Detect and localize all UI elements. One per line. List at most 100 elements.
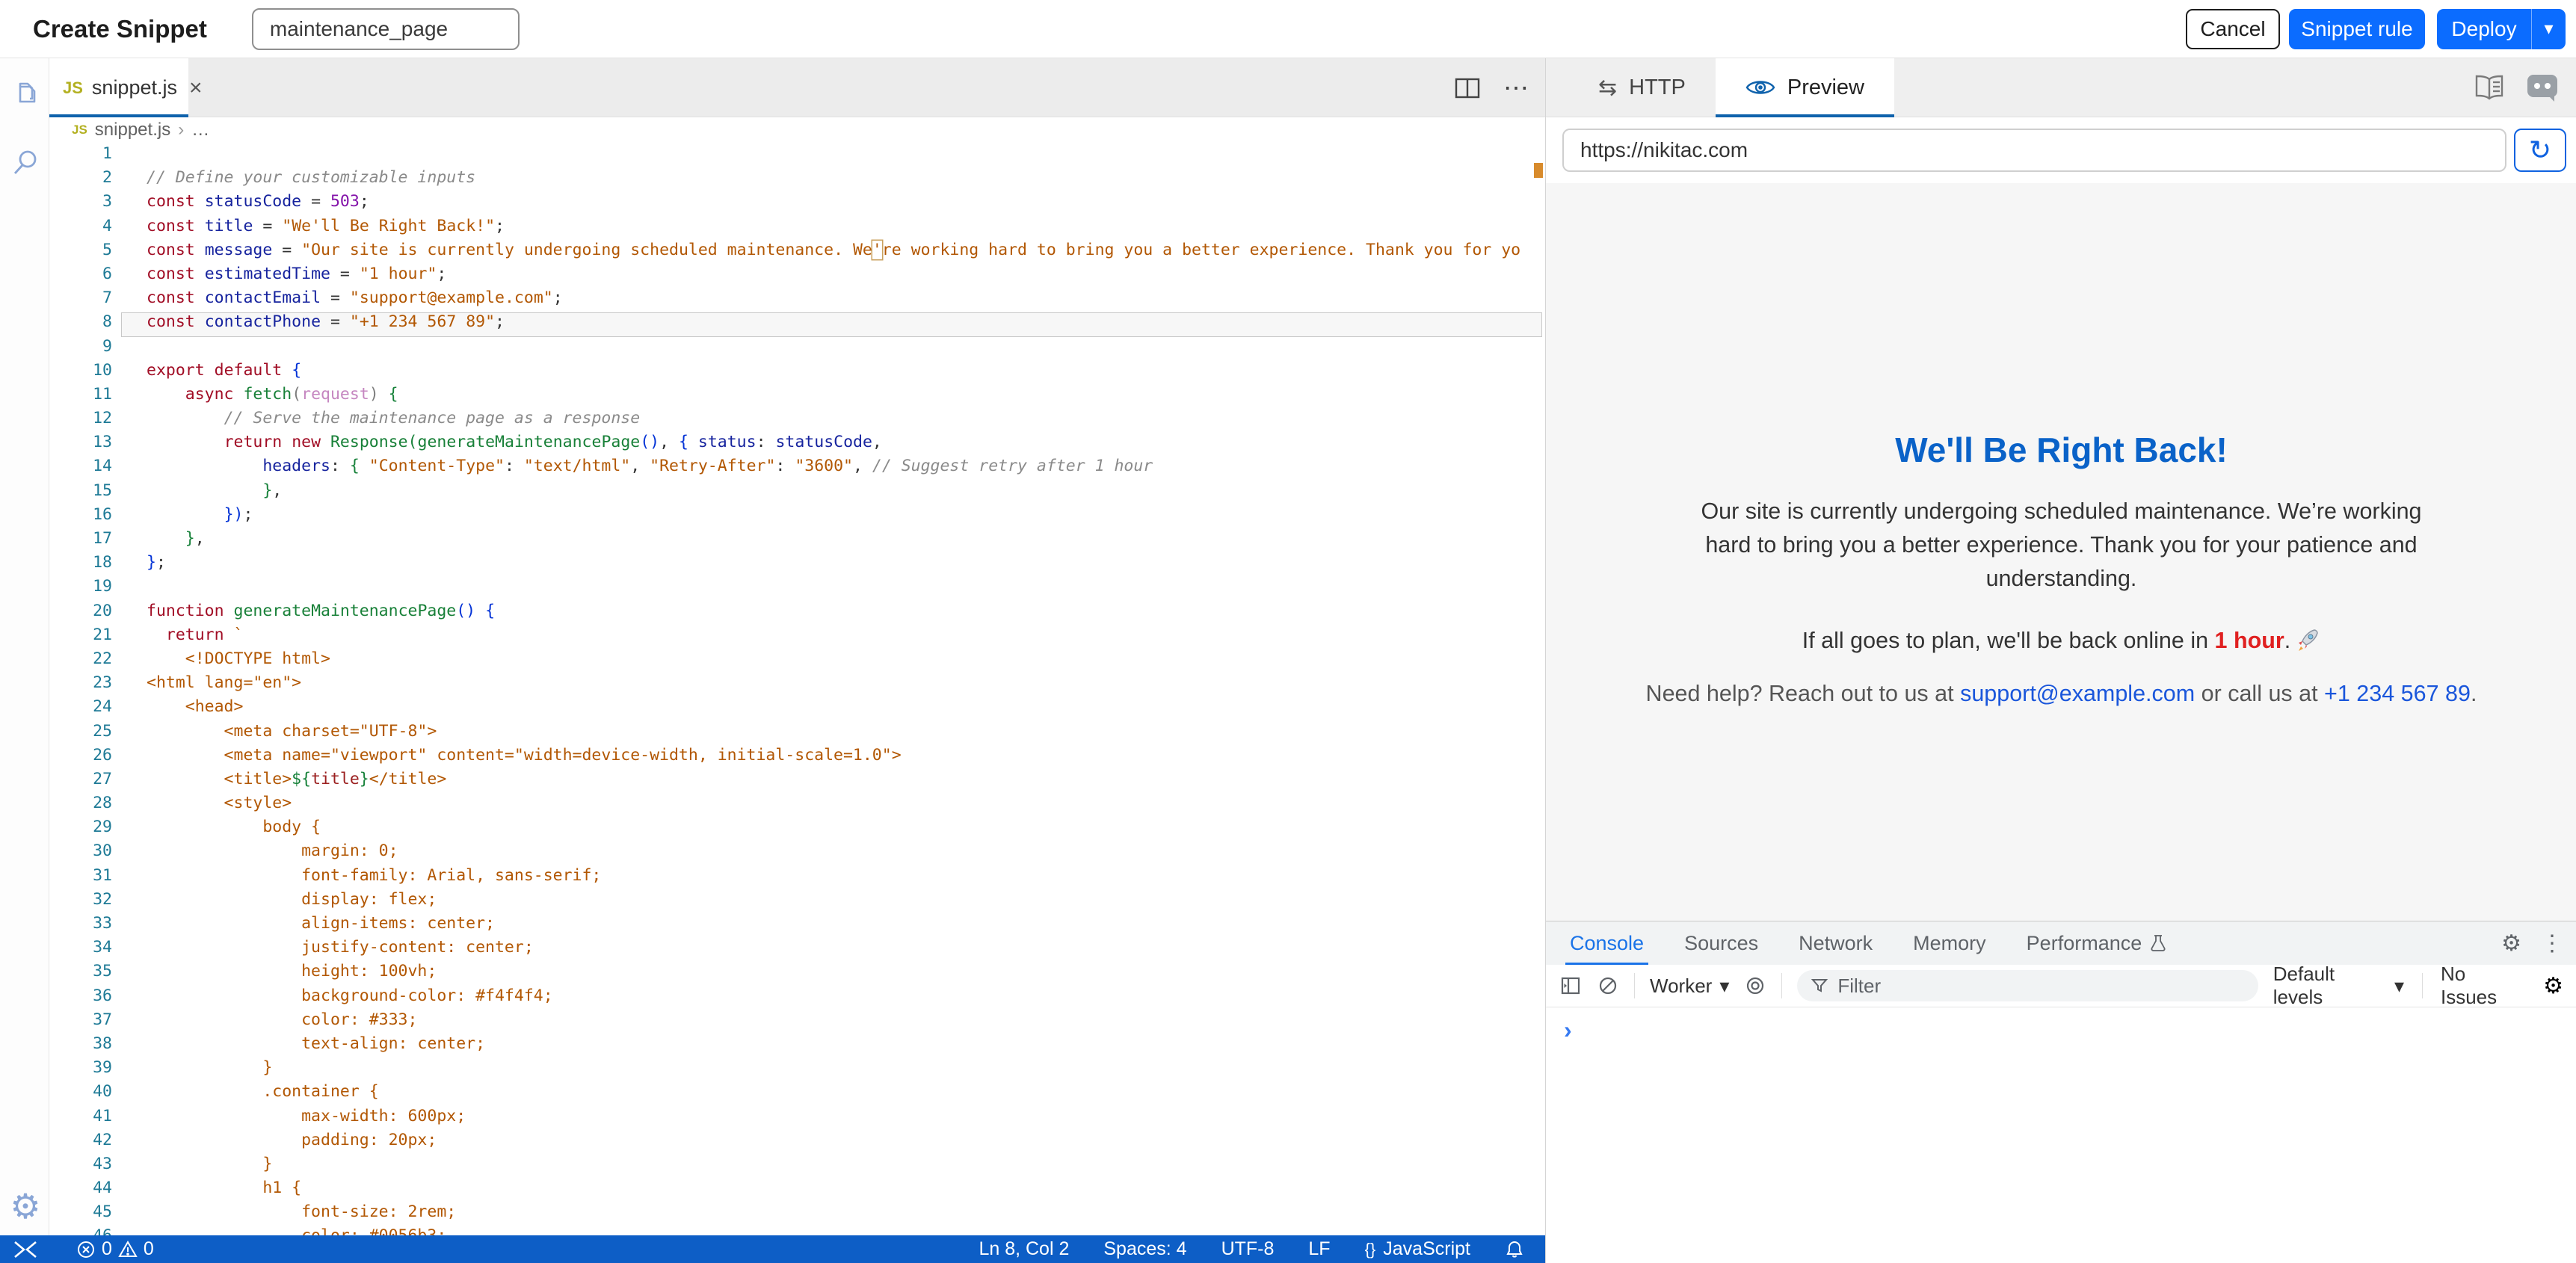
language-mode[interactable]: {} JavaScript <box>1365 1238 1470 1260</box>
tab-preview[interactable]: Preview <box>1716 58 1894 117</box>
line-number[interactable]: 12 <box>49 409 112 433</box>
eol[interactable]: LF <box>1308 1238 1330 1260</box>
code-line-text[interactable]: headers: { "Content-Type": "text/html", … <box>147 457 1153 481</box>
line-number[interactable]: 32 <box>49 890 112 914</box>
code-line-text[interactable]: <meta name="viewport" content="width=dev… <box>147 746 902 770</box>
code-line[interactable]: 2// Define your customizable inputs <box>49 168 1545 192</box>
discord-icon[interactable] <box>2526 73 2559 102</box>
code-line[interactable]: 8const contactPhone = "+1 234 567 89"; <box>49 312 1545 336</box>
code-line[interactable]: 27 <title>${title}</title> <box>49 770 1545 794</box>
url-input[interactable] <box>1562 129 2506 172</box>
line-number[interactable]: 42 <box>49 1131 112 1155</box>
indentation[interactable]: Spaces: 4 <box>1103 1238 1186 1260</box>
explorer-files-icon[interactable] <box>10 78 41 109</box>
line-number[interactable]: 5 <box>49 241 112 265</box>
line-number[interactable]: 44 <box>49 1179 112 1202</box>
line-number[interactable]: 22 <box>49 649 112 673</box>
line-number[interactable]: 38 <box>49 1034 112 1058</box>
line-number[interactable]: 23 <box>49 673 112 697</box>
line-number[interactable]: 9 <box>49 337 112 361</box>
code-line[interactable]: 11 async fetch(request) { <box>49 385 1545 409</box>
devtools-tab-performance[interactable]: Performance <box>2027 921 2168 965</box>
devtools-settings-gear-icon[interactable]: ⚙ <box>2501 930 2521 957</box>
code-line-text[interactable]: }, <box>147 481 282 505</box>
snippet-name-input[interactable] <box>252 8 520 50</box>
line-number[interactable]: 29 <box>49 818 112 842</box>
code-line-text[interactable]: background-color: #f4f4f4; <box>147 986 553 1010</box>
code-line[interactable]: 25 <meta charset="UTF-8"> <box>49 722 1545 746</box>
code-line[interactable]: 39 } <box>49 1058 1545 1082</box>
code-line[interactable]: 45 font-size: 2rem; <box>49 1202 1545 1226</box>
code-line-text[interactable]: color: #333; <box>147 1010 417 1034</box>
devtools-tab-network[interactable]: Network <box>1799 921 1873 965</box>
line-number[interactable]: 8 <box>49 312 112 336</box>
code-line[interactable]: 17 }, <box>49 529 1545 553</box>
code-line[interactable]: 16 }); <box>49 505 1545 529</box>
more-actions-icon[interactable]: ⋯ <box>1503 75 1529 101</box>
line-number[interactable]: 35 <box>49 962 112 986</box>
line-number[interactable]: 37 <box>49 1010 112 1034</box>
code-line[interactable]: 12 // Serve the maintenance page as a re… <box>49 409 1545 433</box>
live-expression-icon[interactable] <box>1744 975 1766 997</box>
settings-gear-icon[interactable]: ⚙ <box>10 1191 41 1222</box>
code-line-text[interactable]: }); <box>147 505 253 529</box>
tab-snippet-js[interactable]: JS snippet.js × <box>49 58 188 117</box>
devtools-kebab-menu-icon[interactable]: ⋮ <box>2541 930 2563 957</box>
code-line-text[interactable]: color: #0056b3; <box>147 1226 446 1235</box>
line-number[interactable]: 4 <box>49 217 112 241</box>
deploy-dropdown-caret[interactable]: ▾ <box>2531 9 2566 49</box>
code-line-text[interactable]: // Serve the maintenance page as a respo… <box>147 409 640 433</box>
code-editor[interactable]: 12// Define your customizable inputs3con… <box>49 142 1545 1235</box>
code-line[interactable]: 1 <box>49 144 1545 168</box>
line-number[interactable]: 18 <box>49 553 112 577</box>
line-number[interactable]: 16 <box>49 505 112 529</box>
code-line-text[interactable]: body { <box>147 818 321 842</box>
code-line-text[interactable]: display: flex; <box>147 890 437 914</box>
phone-link[interactable]: +1 234 567 89 <box>2324 681 2471 706</box>
code-line[interactable]: 42 padding: 20px; <box>49 1131 1545 1155</box>
console-prompt-chevron[interactable]: › <box>1564 1016 1572 1044</box>
code-line-text[interactable]: <!DOCTYPE html> <box>147 649 330 673</box>
code-line[interactable]: 29 body { <box>49 818 1545 842</box>
line-number[interactable]: 14 <box>49 457 112 481</box>
code-line[interactable]: 4const title = "We'll Be Right Back!"; <box>49 217 1545 241</box>
code-line[interactable]: 31 font-family: Arial, sans-serif; <box>49 866 1545 890</box>
cursor-position[interactable]: Ln 8, Col 2 <box>979 1238 1069 1260</box>
problems-indicator[interactable]: 0 0 <box>76 1238 154 1260</box>
line-number[interactable]: 25 <box>49 722 112 746</box>
code-line[interactable]: 18}; <box>49 553 1545 577</box>
code-line[interactable]: 44 h1 { <box>49 1179 1545 1202</box>
code-line-text[interactable]: } <box>147 1155 272 1179</box>
deploy-split-button[interactable]: Deploy ▾ <box>2437 9 2566 49</box>
devtools-tab-memory[interactable]: Memory <box>1913 921 1986 965</box>
line-number[interactable]: 6 <box>49 265 112 288</box>
code-line-text[interactable]: <html lang="en"> <box>147 673 301 697</box>
code-line[interactable]: 33 align-items: center; <box>49 914 1545 938</box>
breadcrumb-symbol[interactable]: … <box>191 120 209 140</box>
code-line[interactable]: 10export default { <box>49 361 1545 385</box>
code-line-text[interactable]: height: 100vh; <box>147 962 437 986</box>
line-number[interactable]: 17 <box>49 529 112 553</box>
execution-context-selector[interactable]: Worker ▾ <box>1650 975 1729 998</box>
code-line-text[interactable]: const contactEmail = "support@example.co… <box>147 288 563 312</box>
deploy-button[interactable]: Deploy <box>2437 17 2531 41</box>
line-number[interactable]: 46 <box>49 1226 112 1235</box>
line-number[interactable]: 43 <box>49 1155 112 1179</box>
line-number[interactable]: 39 <box>49 1058 112 1082</box>
code-line[interactable]: 9 <box>49 337 1545 361</box>
code-line[interactable]: 46 color: #0056b3; <box>49 1226 1545 1235</box>
code-line-text[interactable]: padding: 20px; <box>147 1131 437 1155</box>
code-line-text[interactable]: async fetch(request) { <box>147 385 398 409</box>
line-number[interactable]: 30 <box>49 842 112 865</box>
code-line[interactable]: 41 max-width: 600px; <box>49 1107 1545 1131</box>
close-tab-icon[interactable]: × <box>189 77 203 99</box>
code-line[interactable]: 21 return ` <box>49 626 1545 649</box>
line-number[interactable]: 11 <box>49 385 112 409</box>
code-line-text[interactable]: const message = "Our site is currently u… <box>147 241 1520 265</box>
code-line[interactable]: 23 <html lang="en"> <box>49 673 1545 697</box>
code-line[interactable]: 38 text-align: center; <box>49 1034 1545 1058</box>
code-line-text[interactable]: justify-content: center; <box>147 938 534 962</box>
code-line[interactable]: 36 background-color: #f4f4f4; <box>49 986 1545 1010</box>
console-output[interactable]: › <box>1546 1007 2576 1263</box>
line-number[interactable]: 26 <box>49 746 112 770</box>
